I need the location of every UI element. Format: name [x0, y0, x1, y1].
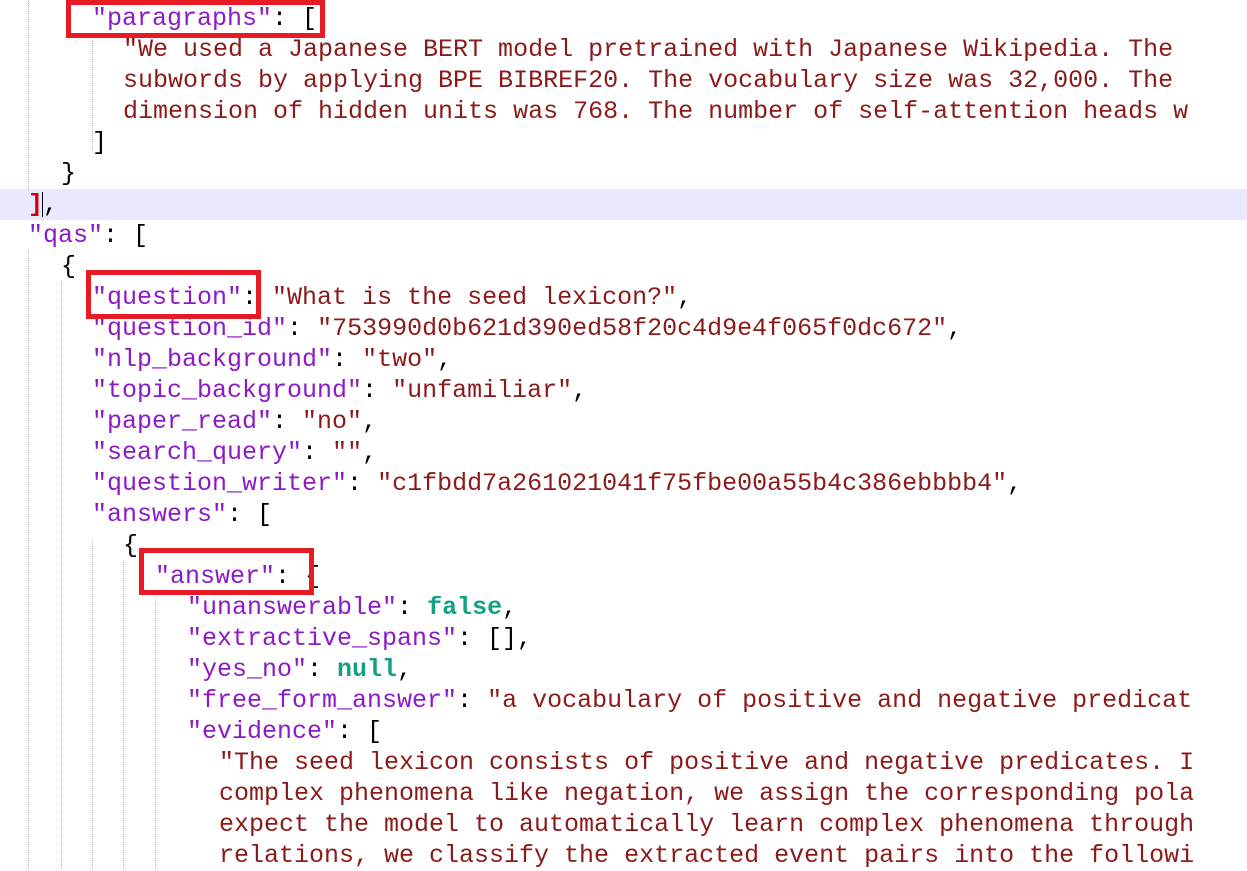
code-token: : — [272, 407, 303, 436]
code-token: , — [43, 190, 59, 219]
code-token: "two" — [362, 345, 438, 374]
code-token: , — [362, 438, 378, 467]
code-line: ] — [0, 127, 1247, 158]
json-editor[interactable]: "paragraphs": ["We used a Japanese BERT … — [0, 0, 1247, 871]
code-token: : — [397, 593, 428, 622]
code-token: "unfamiliar" — [392, 376, 573, 405]
code-token: : [ — [227, 500, 273, 529]
code-token: expect the model to automatically learn … — [219, 810, 1195, 839]
code-line: "evidence": [ — [0, 716, 1247, 747]
code-token: relations, we classify the extracted eve… — [219, 841, 1195, 870]
code-token: : — [347, 469, 378, 498]
code-line: dimension of hidden units was 768. The n… — [0, 96, 1247, 127]
code-line: ], — [0, 189, 1247, 220]
code-token: { — [123, 531, 139, 560]
code-token: "What is the seed lexicon?" — [272, 283, 678, 312]
code-token: : — [302, 438, 333, 467]
code-line: "search_query": "", — [0, 437, 1247, 468]
code-line: complex phenomena like negation, we assi… — [0, 778, 1247, 809]
code-line: "topic_background": "unfamiliar", — [0, 375, 1247, 406]
code-line: } — [0, 158, 1247, 189]
code-line: "yes_no": null, — [0, 654, 1247, 685]
code-token: : — [362, 376, 393, 405]
code-token: , — [947, 314, 963, 343]
code-token: , — [572, 376, 588, 405]
code-token: "no" — [302, 407, 363, 436]
code-token: , — [437, 345, 453, 374]
code-token: , — [1007, 469, 1023, 498]
code-token: , — [397, 655, 413, 684]
code-line: "We used a Japanese BERT model pretraine… — [0, 34, 1247, 65]
code-token: subwords by applying BPE BIBREF20. The v… — [123, 66, 1174, 95]
code-token: : [ — [337, 717, 383, 746]
code-token: } — [61, 159, 77, 188]
code-token: "c1fbdd7a261021041f75fbe00a55b4c386ebbbb… — [377, 469, 1008, 498]
code-token: "search_query" — [92, 438, 303, 467]
code-token: "753990d0b621d390ed58f20c4d9e4f065f0dc67… — [317, 314, 948, 343]
highlight-box — [139, 548, 314, 595]
code-token: "evidence" — [187, 717, 338, 746]
code-line: "nlp_background": "two", — [0, 344, 1247, 375]
code-token: "We used a Japanese BERT model pretraine… — [123, 35, 1174, 64]
code-token: : — [457, 686, 488, 715]
indent-guide — [92, 40, 93, 150]
code-token: : [], — [457, 624, 533, 653]
code-token: "free_form_answer" — [187, 686, 458, 715]
code-token: false — [427, 593, 503, 622]
code-token: , — [677, 283, 693, 312]
code-token: complex phenomena like negation, we assi… — [219, 779, 1195, 808]
indent-guide — [28, 0, 29, 190]
code-line: subwords by applying BPE BIBREF20. The v… — [0, 65, 1247, 96]
code-line: "unanswerable": false, — [0, 592, 1247, 623]
code-token: "answers" — [92, 500, 228, 529]
highlight-box — [86, 270, 261, 319]
indent-guide — [92, 540, 93, 869]
indent-guide — [28, 250, 29, 869]
text-caret — [42, 192, 43, 217]
code-line: expect the model to automatically learn … — [0, 809, 1247, 840]
code-token: "unanswerable" — [187, 593, 398, 622]
indent-guide — [155, 590, 156, 869]
highlight-box — [66, 0, 325, 38]
code-token: : — [287, 314, 318, 343]
code-token: : — [307, 655, 338, 684]
indent-guide — [61, 280, 62, 869]
code-token: "" — [332, 438, 363, 467]
code-line: "answers": [ — [0, 499, 1247, 530]
code-token: , — [362, 407, 378, 436]
code-token: "a vocabulary of positive and negative p… — [487, 686, 1193, 715]
code-line: "The seed lexicon consists of positive a… — [0, 747, 1247, 778]
code-line: "paper_read": "no", — [0, 406, 1247, 437]
code-token: dimension of hidden units was 768. The n… — [123, 97, 1189, 126]
code-token: null — [337, 655, 398, 684]
code-token: "question_writer" — [92, 469, 348, 498]
code-token: "The seed lexicon consists of positive a… — [219, 748, 1195, 777]
code-token: "topic_background" — [92, 376, 363, 405]
code-token: : — [332, 345, 363, 374]
code-token: "nlp_background" — [92, 345, 333, 374]
code-token: "qas" — [28, 221, 104, 250]
code-line: "extractive_spans": [], — [0, 623, 1247, 654]
code-token: ] — [92, 128, 108, 157]
code-token: , — [502, 593, 518, 622]
code-line: "free_form_answer": "a vocabulary of pos… — [0, 685, 1247, 716]
code-token: "paper_read" — [92, 407, 273, 436]
code-line: "qas": [ — [0, 220, 1247, 251]
code-token: "extractive_spans" — [187, 624, 458, 653]
code-token: "yes_no" — [187, 655, 308, 684]
indent-guide — [123, 560, 124, 869]
code-token: { — [61, 252, 77, 281]
code-line: "question_writer": "c1fbdd7a261021041f75… — [0, 468, 1247, 499]
code-token: : [ — [103, 221, 149, 250]
code-token: ] — [28, 190, 44, 219]
code-line: relations, we classify the extracted eve… — [0, 840, 1247, 871]
